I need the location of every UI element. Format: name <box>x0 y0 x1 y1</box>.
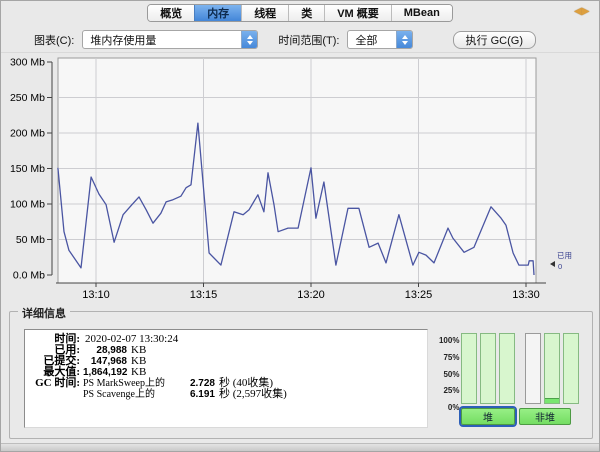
pool-usage-fill <box>545 398 559 403</box>
chart-select-label: 图表(C): <box>34 34 75 47</box>
memory-pool-bar-heap[interactable] <box>461 333 477 404</box>
chevron-updown-icon <box>396 31 413 48</box>
memory-pool-bars <box>461 333 582 404</box>
svg-text:150 Mb: 150 Mb <box>10 163 45 175</box>
svg-text:100 Mb: 100 Mb <box>10 199 45 211</box>
chart-legend: 已用 0 <box>550 251 572 271</box>
svg-text:13:10: 13:10 <box>82 289 110 301</box>
svg-text:250 Mb: 250 Mb <box>10 92 45 104</box>
chevron-updown-icon <box>241 31 258 48</box>
chart-select-value: 堆内存使用量 <box>90 34 157 47</box>
time-range-value: 全部 <box>355 34 378 47</box>
detail-row: PS Scavenge上的 6.191 秒 (2,597收集) <box>83 388 287 401</box>
tab-内存[interactable]: 内存 <box>194 5 242 21</box>
tab-segment-control: 概览 内存 线程类 VM 概要 MBean <box>147 4 453 22</box>
memory-pool-bar-nonheap[interactable] <box>544 333 560 404</box>
svg-text:0.0 Mb: 0.0 Mb <box>13 270 45 282</box>
svg-text:13:15: 13:15 <box>190 289 218 301</box>
detail-row: 时间: 2020-02-07 13:30:24 <box>54 333 179 345</box>
svg-text:200 Mb: 200 Mb <box>10 128 45 140</box>
details-title: 详细信息 <box>18 305 70 321</box>
time-range-select[interactable]: 全部 <box>347 30 414 49</box>
details-groupbox: 详细信息 时间: 2020-02-07 13:30:24 已用: 28,988 KB 已提… <box>9 305 593 439</box>
detail-row: 已用: 28,988 KB <box>54 344 147 357</box>
window-bottom-edge <box>1 443 599 451</box>
detail-row: 已提交: 147,968 KB <box>43 355 147 368</box>
svg-text:13:30: 13:30 <box>512 289 540 301</box>
perform-gc-button[interactable]: 执行 GC(G) <box>452 31 536 49</box>
heap-usage-chart: 300 Mb 250 Mb 200 Mb 150 Mb 100 Mb 50 Mb 0.0 M… <box>10 57 572 302</box>
details-box: 时间: 2020-02-07 13:30:24 已用: 28,988 KB 已提交: 147… <box>24 329 428 428</box>
time-range-label: 时间范围(T): <box>278 34 340 47</box>
chart-x-axis: 13:10 13:15 13:20 13:25 13:30 <box>56 282 546 301</box>
connect-arrows-icon: ◀▶ <box>574 6 590 17</box>
tab-MBean[interactable]: MBean <box>390 5 452 21</box>
svg-text:300 Mb: 300 Mb <box>10 57 45 69</box>
memory-pool-bar-nonheap[interactable] <box>563 333 579 404</box>
tab-线程[interactable]: 线程 <box>241 5 289 21</box>
chart-select[interactable]: 堆内存使用量 <box>82 30 259 49</box>
memory-group-buttons: 堆非堆 <box>459 406 575 427</box>
memory-pool-bar-heap[interactable] <box>499 333 515 404</box>
svg-text:50 Mb: 50 Mb <box>16 234 45 246</box>
memory-pool-bar-heap[interactable] <box>480 333 496 404</box>
tab-类[interactable]: 类 <box>288 5 325 21</box>
tab-bar: 概览 内存 线程类 VM 概要 MBean <box>1 4 599 22</box>
svg-text:0: 0 <box>558 262 562 271</box>
chart-plot-area <box>57 57 537 284</box>
memory-pool-bar-nonheap[interactable] <box>525 333 541 404</box>
tab-VM 概要[interactable]: VM 概要 <box>324 5 391 21</box>
svg-text:已用: 已用 <box>557 251 572 260</box>
memory-group-button-堆[interactable]: 堆 <box>459 406 517 427</box>
tab-概览[interactable]: 概览 <box>148 5 195 21</box>
chart-toolbar: 图表(C): 堆内存使用量 时间范围(T): 全部 执行 GC(G) <box>1 27 599 53</box>
memory-group-button-非堆[interactable]: 非堆 <box>519 408 571 425</box>
chart-y-axis: 300 Mb 250 Mb 200 Mb 150 Mb 100 Mb 50 Mb 0.0 M… <box>10 57 53 282</box>
jconsole-memory-window: 概览 内存 线程类 VM 概要 MBean ◀▶ 图表(C): 堆内存使用量 时间范围(… <box>0 0 600 452</box>
svg-text:13:20: 13:20 <box>297 289 325 301</box>
svg-text:13:25: 13:25 <box>405 289 433 301</box>
